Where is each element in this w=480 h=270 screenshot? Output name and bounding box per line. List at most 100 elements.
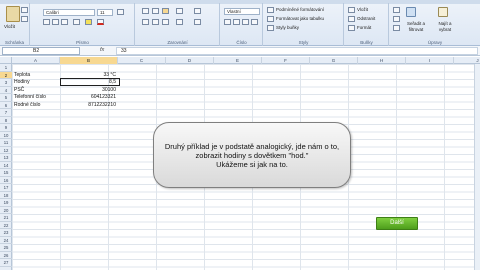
paste-button[interactable]: Vložit — [4, 24, 15, 30]
delete-icon[interactable] — [348, 16, 355, 22]
row-header-22[interactable]: 22 — [0, 222, 12, 229]
number-format-select[interactable]: Vlastní — [224, 8, 260, 15]
row-header-19[interactable]: 19 — [0, 199, 12, 207]
row-header-10[interactable]: 10 — [0, 132, 12, 139]
cell-label[interactable]: Hodiny — [14, 79, 30, 87]
row-header-20[interactable]: 20 — [0, 207, 12, 214]
row-header-24[interactable]: 24 — [0, 237, 12, 244]
align-center-icon[interactable] — [152, 19, 159, 25]
format-table-icon[interactable] — [267, 16, 274, 22]
row-header-18[interactable]: 18 — [0, 192, 12, 199]
row-header-15[interactable]: 15 — [0, 169, 12, 177]
cell-label[interactable]: PSČ — [14, 87, 24, 95]
next-button[interactable]: Další — [376, 217, 418, 230]
conditional-format-button[interactable]: Podmíněné formátování — [276, 7, 324, 13]
conditional-format-icon[interactable] — [267, 7, 274, 13]
align-top-icon[interactable] — [142, 8, 149, 14]
group-font: Calibri 11 Písmo — [31, 3, 135, 46]
autosum-icon[interactable] — [393, 7, 400, 13]
indent-icon[interactable] — [176, 19, 183, 25]
row-header-16[interactable]: 16 — [0, 177, 12, 184]
column-header-c[interactable]: C — [118, 57, 166, 64]
bold-icon[interactable] — [43, 19, 50, 25]
fx-icon[interactable]: fx — [100, 47, 104, 53]
clear-icon[interactable] — [393, 25, 400, 31]
font-color-icon[interactable] — [97, 19, 104, 25]
font-size-select[interactable]: 11 — [97, 9, 113, 16]
italic-icon[interactable] — [52, 19, 59, 25]
column-header-g[interactable]: G — [310, 57, 358, 64]
find-select-button[interactable]: Najít a vybrat — [432, 21, 458, 33]
copy-icon[interactable] — [21, 16, 28, 22]
insert-icon[interactable] — [348, 7, 355, 13]
select-all-corner[interactable] — [0, 57, 12, 64]
cell-value[interactable]: 30100 — [60, 87, 118, 95]
sort-filter-icon[interactable] — [406, 7, 416, 17]
paste-icon[interactable] — [6, 6, 20, 22]
currency-icon[interactable] — [224, 19, 231, 25]
sort-filter-button[interactable]: Seřadit a filtrovat — [402, 21, 430, 33]
row-header-6[interactable]: 6 — [0, 102, 12, 109]
row-header-3[interactable]: 3 — [0, 79, 12, 87]
percent-icon[interactable] — [233, 19, 240, 25]
format-table-button[interactable]: Formátovat jako tabulku — [276, 16, 324, 22]
row-header-21[interactable]: 21 — [0, 214, 12, 222]
row-header-4[interactable]: 4 — [0, 87, 12, 94]
find-select-icon[interactable] — [438, 7, 448, 17]
column-header-b[interactable]: B — [60, 57, 118, 64]
row-header-25[interactable]: 25 — [0, 244, 12, 252]
column-header-h[interactable]: H — [358, 57, 406, 64]
row-header-7[interactable]: 7 — [0, 109, 12, 117]
column-header-i[interactable]: I — [406, 57, 454, 64]
insert-button[interactable]: Vložit — [357, 7, 368, 13]
format-button[interactable]: Formát — [357, 25, 371, 31]
formula-input[interactable]: 33 — [116, 47, 478, 55]
row-header-23[interactable]: 23 — [0, 229, 12, 237]
fill-icon[interactable] — [393, 16, 400, 22]
align-bottom-icon[interactable] — [162, 8, 169, 14]
name-box[interactable]: B2 — [2, 47, 80, 55]
column-header-a[interactable]: A — [12, 57, 60, 64]
cell-label[interactable]: Telefonní číslo — [14, 94, 46, 102]
delete-button[interactable]: Odstranit — [357, 16, 375, 22]
row-header-27[interactable]: 27 — [0, 259, 12, 267]
column-header-f[interactable]: F — [262, 57, 310, 64]
borders-icon[interactable] — [73, 19, 80, 25]
comma-style-icon[interactable] — [242, 19, 249, 25]
format-icon[interactable] — [348, 25, 355, 31]
cell-styles-icon[interactable] — [267, 25, 274, 31]
cell-value[interactable]: 604123321 — [60, 94, 118, 102]
row-header-13[interactable]: 13 — [0, 154, 12, 162]
font-name-select[interactable]: Calibri — [43, 9, 95, 16]
column-header-e[interactable]: E — [214, 57, 262, 64]
row-header-8[interactable]: 8 — [0, 117, 12, 124]
merge-center-icon[interactable] — [194, 19, 201, 25]
align-right-icon[interactable] — [162, 19, 169, 25]
cell-styles-button[interactable]: Styly buňky — [276, 25, 299, 31]
orientation-icon[interactable] — [176, 8, 183, 14]
row-header-1[interactable]: 1 — [0, 64, 12, 72]
row-header-26[interactable]: 26 — [0, 252, 12, 259]
wrap-text-icon[interactable] — [194, 8, 201, 14]
row-header-5[interactable]: 5 — [0, 94, 12, 102]
cell-value[interactable]: 8712232210 — [60, 102, 118, 110]
cut-icon[interactable] — [21, 7, 28, 13]
align-left-icon[interactable] — [142, 19, 149, 25]
grow-font-icon[interactable] — [117, 9, 124, 15]
group-clipboard-label: Schránka — [4, 40, 24, 45]
row-header-9[interactable]: 9 — [0, 124, 12, 132]
row-header-11[interactable]: 11 — [0, 139, 12, 147]
vertical-scrollbar[interactable] — [474, 64, 480, 270]
cell-label[interactable]: Rodné číslo — [14, 102, 40, 110]
fill-color-icon[interactable] — [85, 19, 92, 25]
decimal-icon[interactable] — [251, 19, 258, 25]
column-header-d[interactable]: D — [166, 57, 214, 64]
align-middle-icon[interactable] — [152, 8, 159, 14]
cell-label[interactable]: Teplota — [14, 72, 30, 80]
row-header-12[interactable]: 12 — [0, 147, 12, 154]
row-header-14[interactable]: 14 — [0, 162, 12, 169]
row-header-2[interactable]: 2 — [0, 71, 12, 79]
underline-icon[interactable] — [61, 19, 68, 25]
row-header-17[interactable]: 17 — [0, 184, 12, 192]
column-header-j[interactable]: J — [454, 57, 480, 64]
